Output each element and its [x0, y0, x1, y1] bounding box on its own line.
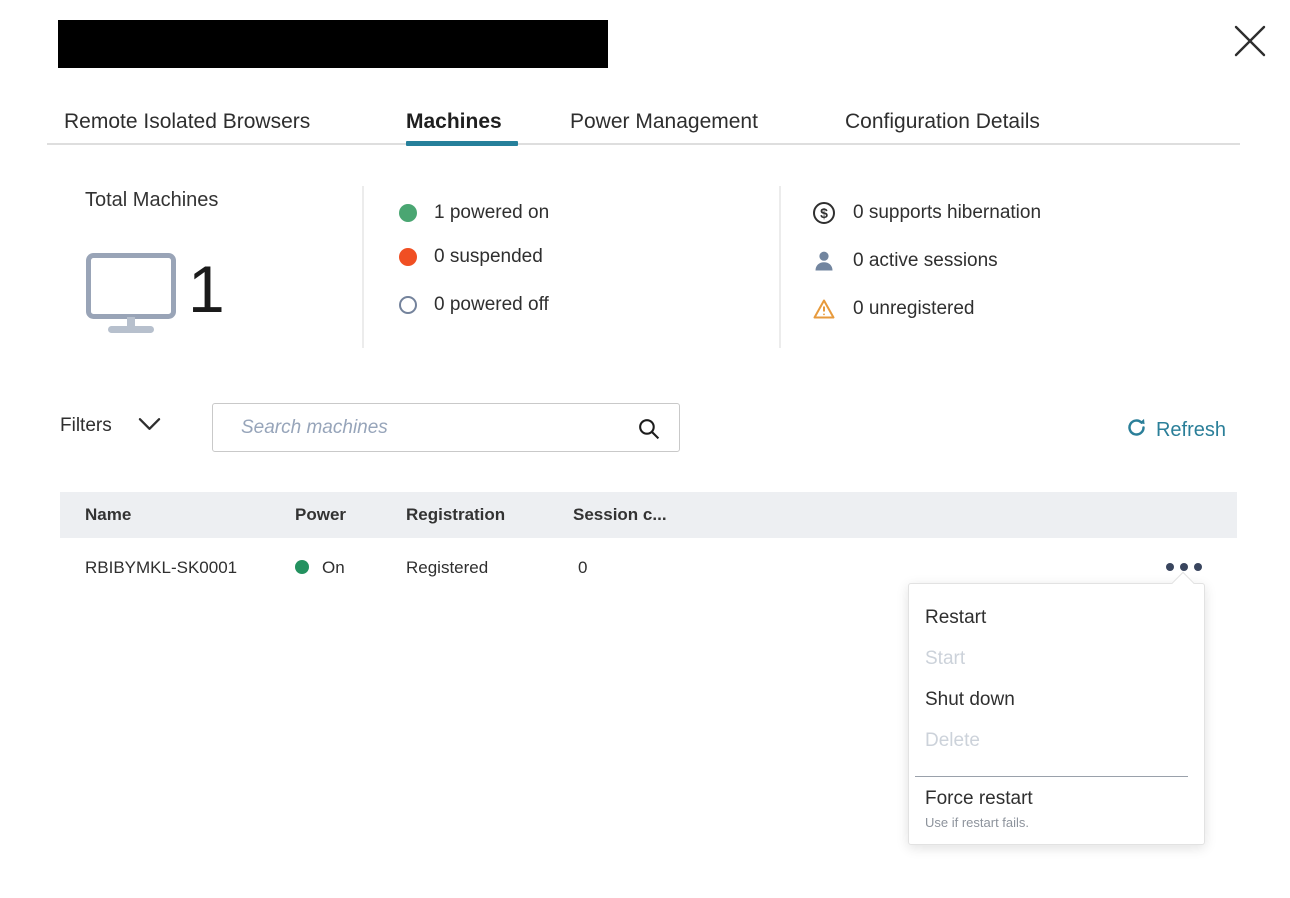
- stat-hibernation: $ 0 supports hibernation: [812, 201, 1041, 225]
- stat-active-sessions: 0 active sessions: [812, 249, 998, 273]
- table-header: Name Power Registration Session c...: [60, 492, 1237, 538]
- redacted-dialog-title: [58, 20, 608, 68]
- menu-item-restart[interactable]: Restart: [909, 597, 1204, 638]
- svg-text:$: $: [820, 205, 828, 221]
- chevron-down-icon: [138, 415, 161, 437]
- power-state-cell: On: [322, 558, 345, 578]
- powered-on-dot-icon: [399, 204, 417, 222]
- total-machines-label: Total Machines: [85, 189, 218, 212]
- machine-catalog-dialog: Remote Isolated Browsers Machines Power …: [0, 0, 1290, 898]
- close-icon: [1232, 23, 1268, 62]
- stats-divider-2: [779, 186, 781, 348]
- tab-machines[interactable]: Machines: [406, 110, 502, 134]
- stat-powered-on: 1 powered on: [399, 201, 549, 225]
- stat-powered-off: 0 powered off: [399, 293, 549, 317]
- column-header-power[interactable]: Power: [295, 505, 346, 525]
- menu-item-start: Start: [909, 638, 1204, 679]
- monitor-icon: [85, 252, 177, 339]
- filters-dropdown[interactable]: Filters: [60, 408, 161, 444]
- menu-item-force-restart[interactable]: Force restart Use if restart fails.: [909, 777, 1204, 832]
- refresh-label: Refresh: [1156, 419, 1226, 442]
- tab-configuration-details[interactable]: Configuration Details: [845, 110, 1040, 134]
- ellipsis-icon: [1166, 563, 1174, 571]
- tab-remote-isolated-browsers[interactable]: Remote Isolated Browsers: [64, 110, 310, 134]
- active-sessions-label: 0 active sessions: [853, 250, 998, 272]
- session-count-cell: 0: [578, 558, 587, 578]
- refresh-button[interactable]: Refresh: [1126, 417, 1226, 444]
- tab-power-management[interactable]: Power Management: [570, 110, 758, 134]
- power-on-dot-icon: [295, 560, 309, 574]
- force-restart-sublabel: Use if restart fails.: [925, 815, 1188, 830]
- powered-off-label: 0 powered off: [434, 294, 549, 316]
- stat-unregistered: 0 unregistered: [812, 297, 974, 321]
- menu-item-shut-down[interactable]: Shut down: [909, 679, 1204, 720]
- force-restart-label: Force restart: [925, 788, 1188, 810]
- active-tab-underline: [406, 141, 518, 146]
- registration-cell: Registered: [406, 558, 488, 578]
- column-header-name[interactable]: Name: [85, 505, 131, 525]
- warning-icon: [812, 297, 836, 321]
- column-header-registration[interactable]: Registration: [406, 505, 505, 525]
- powered-off-dot-icon: [399, 296, 417, 314]
- row-actions-menu: Restart Start Shut down Delete Force res…: [908, 583, 1205, 845]
- search-input[interactable]: [213, 404, 679, 451]
- column-header-session-count[interactable]: Session c...: [573, 505, 667, 525]
- total-machines-count: 1: [188, 246, 225, 332]
- user-icon: [812, 249, 836, 273]
- suspended-dot-icon: [399, 248, 417, 266]
- stat-suspended: 0 suspended: [399, 245, 543, 269]
- menu-item-delete: Delete: [909, 720, 1204, 761]
- stats-divider-1: [362, 186, 364, 348]
- search-box: [212, 403, 680, 452]
- machine-name-cell: RBIBYMKL-SK0001: [85, 558, 237, 578]
- unregistered-label: 0 unregistered: [853, 298, 974, 320]
- powered-on-label: 1 powered on: [434, 202, 549, 224]
- tabs-divider-line: [47, 143, 1240, 145]
- hibernation-dollar-icon: $: [812, 201, 836, 225]
- refresh-icon: [1126, 417, 1147, 444]
- hibernation-label: 0 supports hibernation: [853, 202, 1041, 224]
- filters-label: Filters: [60, 415, 112, 437]
- close-button[interactable]: [1226, 18, 1274, 66]
- suspended-label: 0 suspended: [434, 246, 543, 268]
- search-icon[interactable]: [636, 416, 661, 446]
